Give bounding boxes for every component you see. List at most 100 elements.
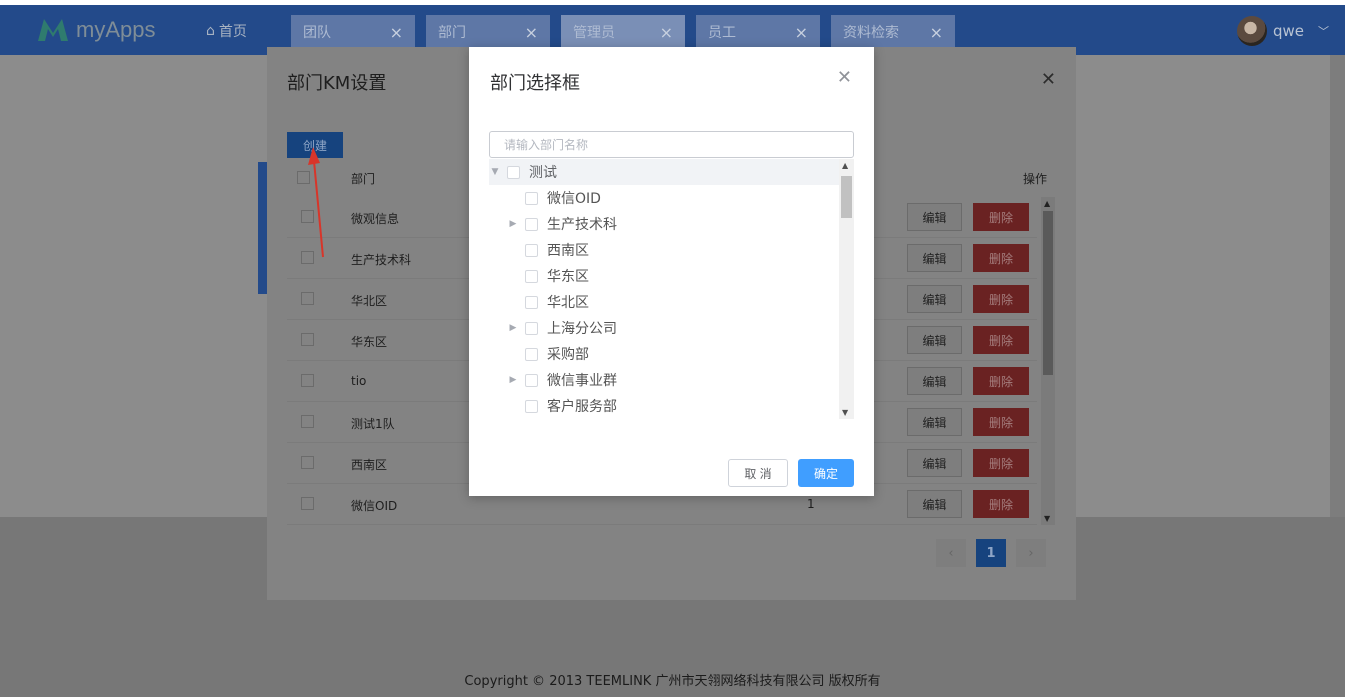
delete-button[interactable]: 删除 (973, 408, 1029, 436)
caret-right-icon[interactable]: ▶ (507, 323, 519, 333)
tab-label: 管理员 (573, 25, 615, 41)
edit-button[interactable]: 编辑 (907, 326, 962, 354)
row-name: 华北区 (351, 294, 388, 308)
tree-node[interactable]: 采购部 (507, 341, 854, 367)
tree-node[interactable]: ▶ 微信事业群 (507, 367, 854, 393)
caret-right-icon[interactable]: ▶ (507, 219, 519, 229)
delete-button[interactable]: 删除 (973, 490, 1029, 518)
department-search-input[interactable] (489, 131, 854, 158)
tree-node[interactable]: 微信OID (507, 185, 854, 211)
close-icon[interactable]: ✕ (1041, 69, 1056, 90)
department-tree: ▼ 测试 微信OID ▶ 生产技术科 西南区 华东区 华北区 ▶ 上海分公司 采… (489, 159, 854, 419)
delete-button[interactable]: 删除 (973, 285, 1029, 313)
tree-checkbox[interactable] (525, 191, 538, 205)
tree-scrollbar[interactable]: ▲ ▼ (839, 159, 854, 419)
row-name: 测试1队 (351, 417, 395, 431)
scroll-up-icon[interactable]: ▲ (842, 161, 848, 170)
home-icon: ⌂ (206, 23, 215, 39)
tab-label: 资料检索 (843, 25, 899, 41)
row-checkbox[interactable] (301, 497, 314, 510)
row-name: 西南区 (351, 458, 388, 472)
column-header-department: 部门 (351, 172, 376, 186)
tree-node[interactable]: 华北区 (507, 289, 854, 315)
tab-department[interactable]: 部门 × (426, 15, 550, 49)
tree-checkbox[interactable] (525, 399, 538, 413)
row-name: 微信OID (351, 499, 398, 513)
home-label: 首页 (218, 24, 247, 40)
close-icon[interactable]: × (525, 23, 538, 42)
delete-button[interactable]: 删除 (973, 203, 1029, 231)
confirm-button[interactable]: 确定 (798, 459, 854, 487)
column-header-operation: 操作 (1022, 172, 1047, 186)
caret-down-icon[interactable]: ▼ (489, 167, 501, 177)
row-checkbox[interactable] (301, 333, 314, 346)
tree-checkbox[interactable] (525, 269, 538, 283)
tree-checkbox[interactable] (525, 347, 538, 361)
tree-checkbox[interactable] (525, 373, 538, 387)
brand[interactable]: myApps (36, 15, 155, 45)
tree-node[interactable]: ▶ 上海分公司 (507, 315, 854, 341)
edit-button[interactable]: 编辑 (907, 367, 962, 395)
close-icon[interactable]: ✕ (837, 67, 852, 88)
tree-node-label: 微信OID (547, 191, 601, 207)
cancel-button[interactable]: 取 消 (728, 459, 788, 487)
user-name: qwe (1272, 22, 1304, 40)
delete-button[interactable]: 删除 (973, 449, 1029, 477)
modal-title: 部门KM设置 (287, 73, 387, 94)
prev-page-button[interactable]: ‹ (936, 539, 966, 567)
delete-button[interactable]: 删除 (973, 244, 1029, 272)
home-link[interactable]: ⌂ 首页 (206, 21, 247, 41)
tree-node[interactable]: 客户服务部 (507, 393, 854, 419)
tree-node-label: 西南区 (547, 243, 589, 259)
scroll-thumb[interactable] (841, 176, 852, 218)
tree-node-label: 微信事业群 (547, 373, 617, 389)
edit-button[interactable]: 编辑 (907, 285, 962, 313)
row-checkbox[interactable] (301, 292, 314, 305)
table-scrollbar[interactable]: ▲ ▼ (1041, 197, 1055, 525)
tree-node-label: 客户服务部 (547, 399, 617, 415)
edit-button[interactable]: 编辑 (907, 408, 962, 436)
tree-node-label: 测试 (529, 165, 557, 181)
close-icon[interactable]: × (660, 23, 673, 42)
next-page-button[interactable]: › (1016, 539, 1046, 567)
tree-checkbox[interactable] (525, 243, 538, 257)
close-icon[interactable]: × (930, 23, 943, 42)
row-checkbox[interactable] (301, 456, 314, 469)
tree-checkbox[interactable] (525, 295, 538, 309)
tree-node[interactable]: 华东区 (507, 263, 854, 289)
edit-button[interactable]: 编辑 (907, 203, 962, 231)
tree-checkbox[interactable] (525, 321, 538, 335)
tree-node[interactable]: ▶ 生产技术科 (507, 211, 854, 237)
row-checkbox[interactable] (301, 374, 314, 387)
row-name: tio (351, 374, 367, 388)
tab-team[interactable]: 团队 × (291, 15, 415, 49)
caret-right-icon[interactable]: ▶ (507, 375, 519, 385)
scroll-down-icon[interactable]: ▼ (842, 408, 848, 417)
close-icon[interactable]: × (795, 23, 808, 42)
tab-employee[interactable]: 员工 × (696, 15, 820, 49)
edit-button[interactable]: 编辑 (907, 490, 962, 518)
scroll-down-icon[interactable]: ▼ (1044, 514, 1050, 523)
tree-checkbox[interactable] (507, 165, 520, 179)
edit-button[interactable]: 编辑 (907, 449, 962, 477)
page-scrollbar[interactable] (1330, 55, 1345, 517)
row-value: 1 (807, 497, 815, 511)
scroll-up-icon[interactable]: ▲ (1044, 199, 1050, 208)
edit-button[interactable]: 编辑 (907, 244, 962, 272)
tab-search[interactable]: 资料检索 × (831, 15, 955, 49)
delete-button[interactable]: 删除 (973, 367, 1029, 395)
user-menu[interactable]: qwe ﹀ (1236, 16, 1329, 46)
page-button-current[interactable]: 1 (976, 539, 1006, 567)
scroll-thumb[interactable] (1043, 211, 1053, 375)
tab-admin[interactable]: 管理员 × (561, 15, 685, 49)
delete-button[interactable]: 删除 (973, 326, 1029, 354)
tree-node-label: 华北区 (547, 295, 589, 311)
tree-checkbox[interactable] (525, 217, 538, 231)
tree-node-root[interactable]: ▼ 测试 (489, 159, 839, 185)
tree-node-label: 生产技术科 (547, 217, 617, 233)
row-checkbox[interactable] (301, 415, 314, 428)
tree-node[interactable]: 西南区 (507, 237, 854, 263)
close-icon[interactable]: × (390, 23, 403, 42)
tree-node-label: 华东区 (547, 269, 589, 285)
copyright-text: Copyright © 2013 TEEMLINK 广州市天翎网络科技有限公司 … (464, 674, 881, 689)
